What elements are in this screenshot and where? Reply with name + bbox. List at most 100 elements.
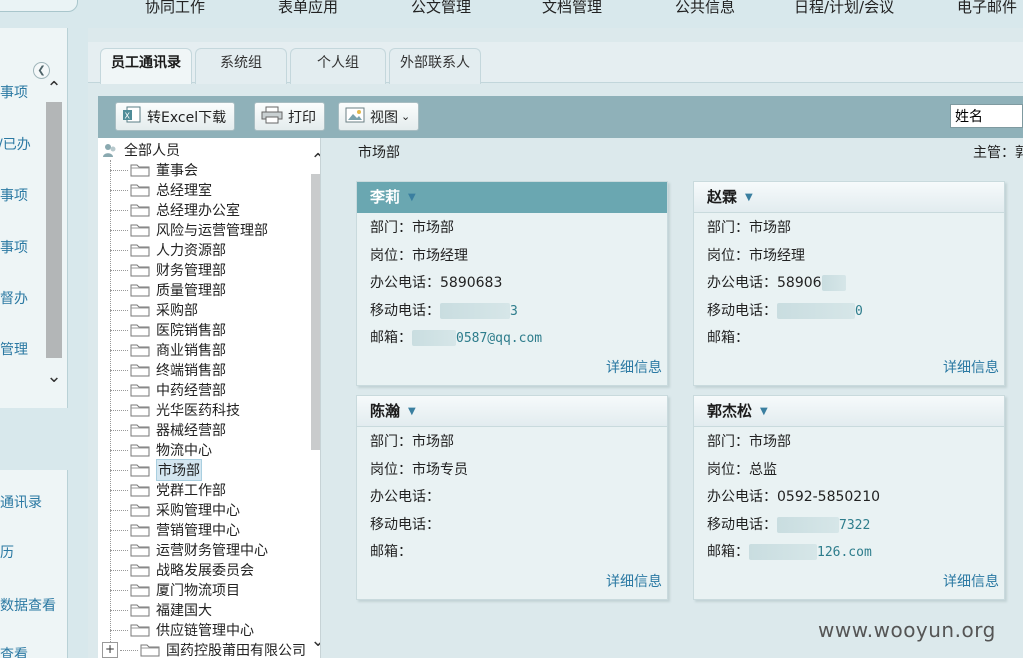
tab-system-group[interactable]: 系统组 (195, 48, 287, 84)
nav-item[interactable]: 表单应用 (278, 0, 338, 17)
tree-item[interactable]: 质量管理部 (110, 280, 226, 300)
tree-item[interactable]: 总经理室 (110, 180, 212, 200)
left-menu-item-contacts[interactable]: 通讯录 (0, 492, 42, 512)
scroll-up-icon[interactable]: ⌃ (308, 150, 320, 172)
contact-name-header[interactable]: 李莉 ▼ (357, 182, 667, 213)
folder-icon (130, 323, 150, 337)
nav-item[interactable]: 协同工作 (145, 0, 205, 17)
caret-down-icon[interactable]: ▼ (760, 397, 768, 427)
scrollbar-thumb[interactable] (46, 102, 62, 358)
contact-card: 李莉 ▼ 部门：市场部 岗位：市场经理 办公电话：5890683 移动电话： 3 邮… (356, 181, 668, 386)
nav-item[interactable]: 日程/计划/会议 (794, 0, 894, 17)
tree-connector (110, 169, 128, 171)
tree-item[interactable]: 器械经营部 (110, 420, 226, 440)
field-label: 部门： (370, 220, 412, 236)
expand-plus-icon[interactable]: + (102, 642, 118, 658)
tab-personal-group[interactable]: 个人组 (290, 48, 386, 84)
field-value: 58906 (777, 275, 822, 291)
tree-item-label: 物流中心 (156, 443, 212, 459)
department-header: 市场部 主管：郭 (332, 138, 1023, 166)
email-row: 邮箱： 126.com (707, 539, 1004, 567)
tree-connector (110, 609, 128, 611)
mobile-row: 移动电话： 7322 (707, 512, 1004, 540)
left-menu-item[interactable]: 管理 (0, 339, 28, 359)
left-menu-item[interactable]: 历 (0, 542, 14, 562)
tab-employee-directory[interactable]: 员工通讯录 (100, 48, 192, 84)
name-search-input[interactable] (950, 104, 1023, 128)
tree-item[interactable]: 总经理办公室 (110, 200, 240, 220)
contact-name-header[interactable]: 陈瀚 ▼ (357, 396, 667, 427)
field-label: 办公电话： (707, 489, 777, 505)
tree-item-label: 国药控股莆田有限公司 (166, 643, 306, 658)
nav-item[interactable]: 文档管理 (542, 0, 602, 17)
field-value[interactable]: 126.com (817, 545, 872, 560)
detail-link[interactable]: 详细信息 (606, 357, 662, 377)
scroll-down-icon[interactable]: ⌄ (44, 366, 64, 388)
caret-down-icon[interactable]: ▼ (408, 183, 416, 213)
dept-row: 部门：市场部 (707, 429, 1004, 457)
detail-link[interactable]: 详细信息 (943, 571, 999, 591)
tab-external-contacts[interactable]: 外部联系人 (389, 48, 481, 84)
view-dropdown[interactable]: 视图 ⌄ (338, 102, 420, 131)
tree-scrollbar[interactable]: ⌃ ⌄ (308, 138, 320, 658)
tree-item[interactable]: 厦门物流项目 (110, 580, 240, 600)
tree-connector (110, 269, 128, 271)
contact-name: 赵霖 (707, 188, 738, 206)
tree-item[interactable]: 董事会 (110, 160, 198, 180)
tree-connector (110, 589, 128, 591)
tree-item[interactable]: 光华医药科技 (110, 400, 240, 420)
export-excel-button[interactable]: X 转Excel下载 (115, 102, 236, 131)
tree-item[interactable]: 风险与运营管理部 (110, 220, 268, 240)
left-menu-item[interactable]: /已办 (0, 134, 31, 154)
tree-item[interactable]: 市场部 (110, 459, 202, 481)
tree-item[interactable]: 采购管理中心 (110, 500, 240, 520)
tree-connector (110, 209, 128, 211)
tree-item[interactable]: 人力资源部 (110, 240, 226, 260)
left-menu-item[interactable]: 事项 (0, 185, 28, 205)
tree-item[interactable]: 战略发展委员会 (110, 560, 254, 580)
tree-root[interactable]: 全部人员 (102, 140, 180, 160)
contact-name-header[interactable]: 郭杰松 ▼ (694, 396, 1004, 427)
tree-item-label: 总经理办公室 (156, 203, 240, 219)
field-value[interactable]: 0587@qq.com (456, 331, 542, 346)
left-menu-scrollbar[interactable]: ⌃ ⌄ (44, 78, 64, 388)
tree-item[interactable]: 党群工作部 (110, 480, 226, 500)
left-menu-item[interactable]: 事项 (0, 82, 28, 102)
tree-item[interactable]: 供应链管理中心 (110, 620, 254, 640)
toolbar: X 转Excel下载 打印 视图 ⌄ (98, 96, 1023, 138)
tree-item[interactable]: 财务管理部 (110, 260, 226, 280)
left-menu-item[interactable]: 查看 (0, 644, 28, 658)
left-menu-item[interactable]: 督办 (0, 288, 28, 308)
caret-down-icon[interactable]: ▼ (745, 183, 753, 213)
tree-item[interactable]: 国药控股莆田有限公司 (110, 640, 306, 658)
contact-name-header[interactable]: 赵霖 ▼ (694, 182, 1004, 213)
tree-item[interactable]: 医院销售部 (110, 320, 226, 340)
field-value: 市场经理 (749, 247, 805, 264)
tree-item[interactable]: 营销管理中心 (110, 520, 240, 540)
nav-item[interactable]: 公文管理 (411, 0, 471, 17)
folder-icon (130, 403, 150, 417)
nav-item[interactable]: 公共信息 (675, 0, 735, 17)
nav-item[interactable]: 电子邮件 (957, 0, 1017, 17)
left-menu-item[interactable]: 数据查看 (0, 595, 56, 615)
left-menu-item[interactable]: 事项 (0, 237, 28, 257)
tree-item[interactable]: 中药经营部 (110, 380, 226, 400)
tree-item[interactable]: 商业销售部 (110, 340, 226, 360)
print-button[interactable]: 打印 (254, 102, 325, 131)
tree-item[interactable]: 福建国大 (110, 600, 212, 620)
tree-item[interactable]: 终端销售部 (110, 360, 226, 380)
folder-icon (130, 583, 150, 597)
tree-item[interactable]: 采购部 (110, 300, 198, 320)
folder-icon (130, 163, 150, 177)
caret-down-icon[interactable]: ▼ (408, 397, 416, 427)
department-manager: 主管：郭 (973, 145, 1023, 161)
scroll-down-icon[interactable]: ⌄ (308, 630, 320, 652)
tree-item[interactable]: 运营财务管理中心 (110, 540, 268, 560)
scroll-up-icon[interactable]: ⌃ (44, 78, 64, 100)
scrollbar-thumb[interactable] (311, 174, 320, 450)
detail-link[interactable]: 详细信息 (943, 357, 999, 377)
left-top-button[interactable] (0, 0, 78, 12)
detail-link[interactable]: 详细信息 (606, 571, 662, 591)
chevron-left-icon[interactable]: ❮ (33, 62, 50, 79)
tree-item[interactable]: 物流中心 (110, 440, 212, 460)
